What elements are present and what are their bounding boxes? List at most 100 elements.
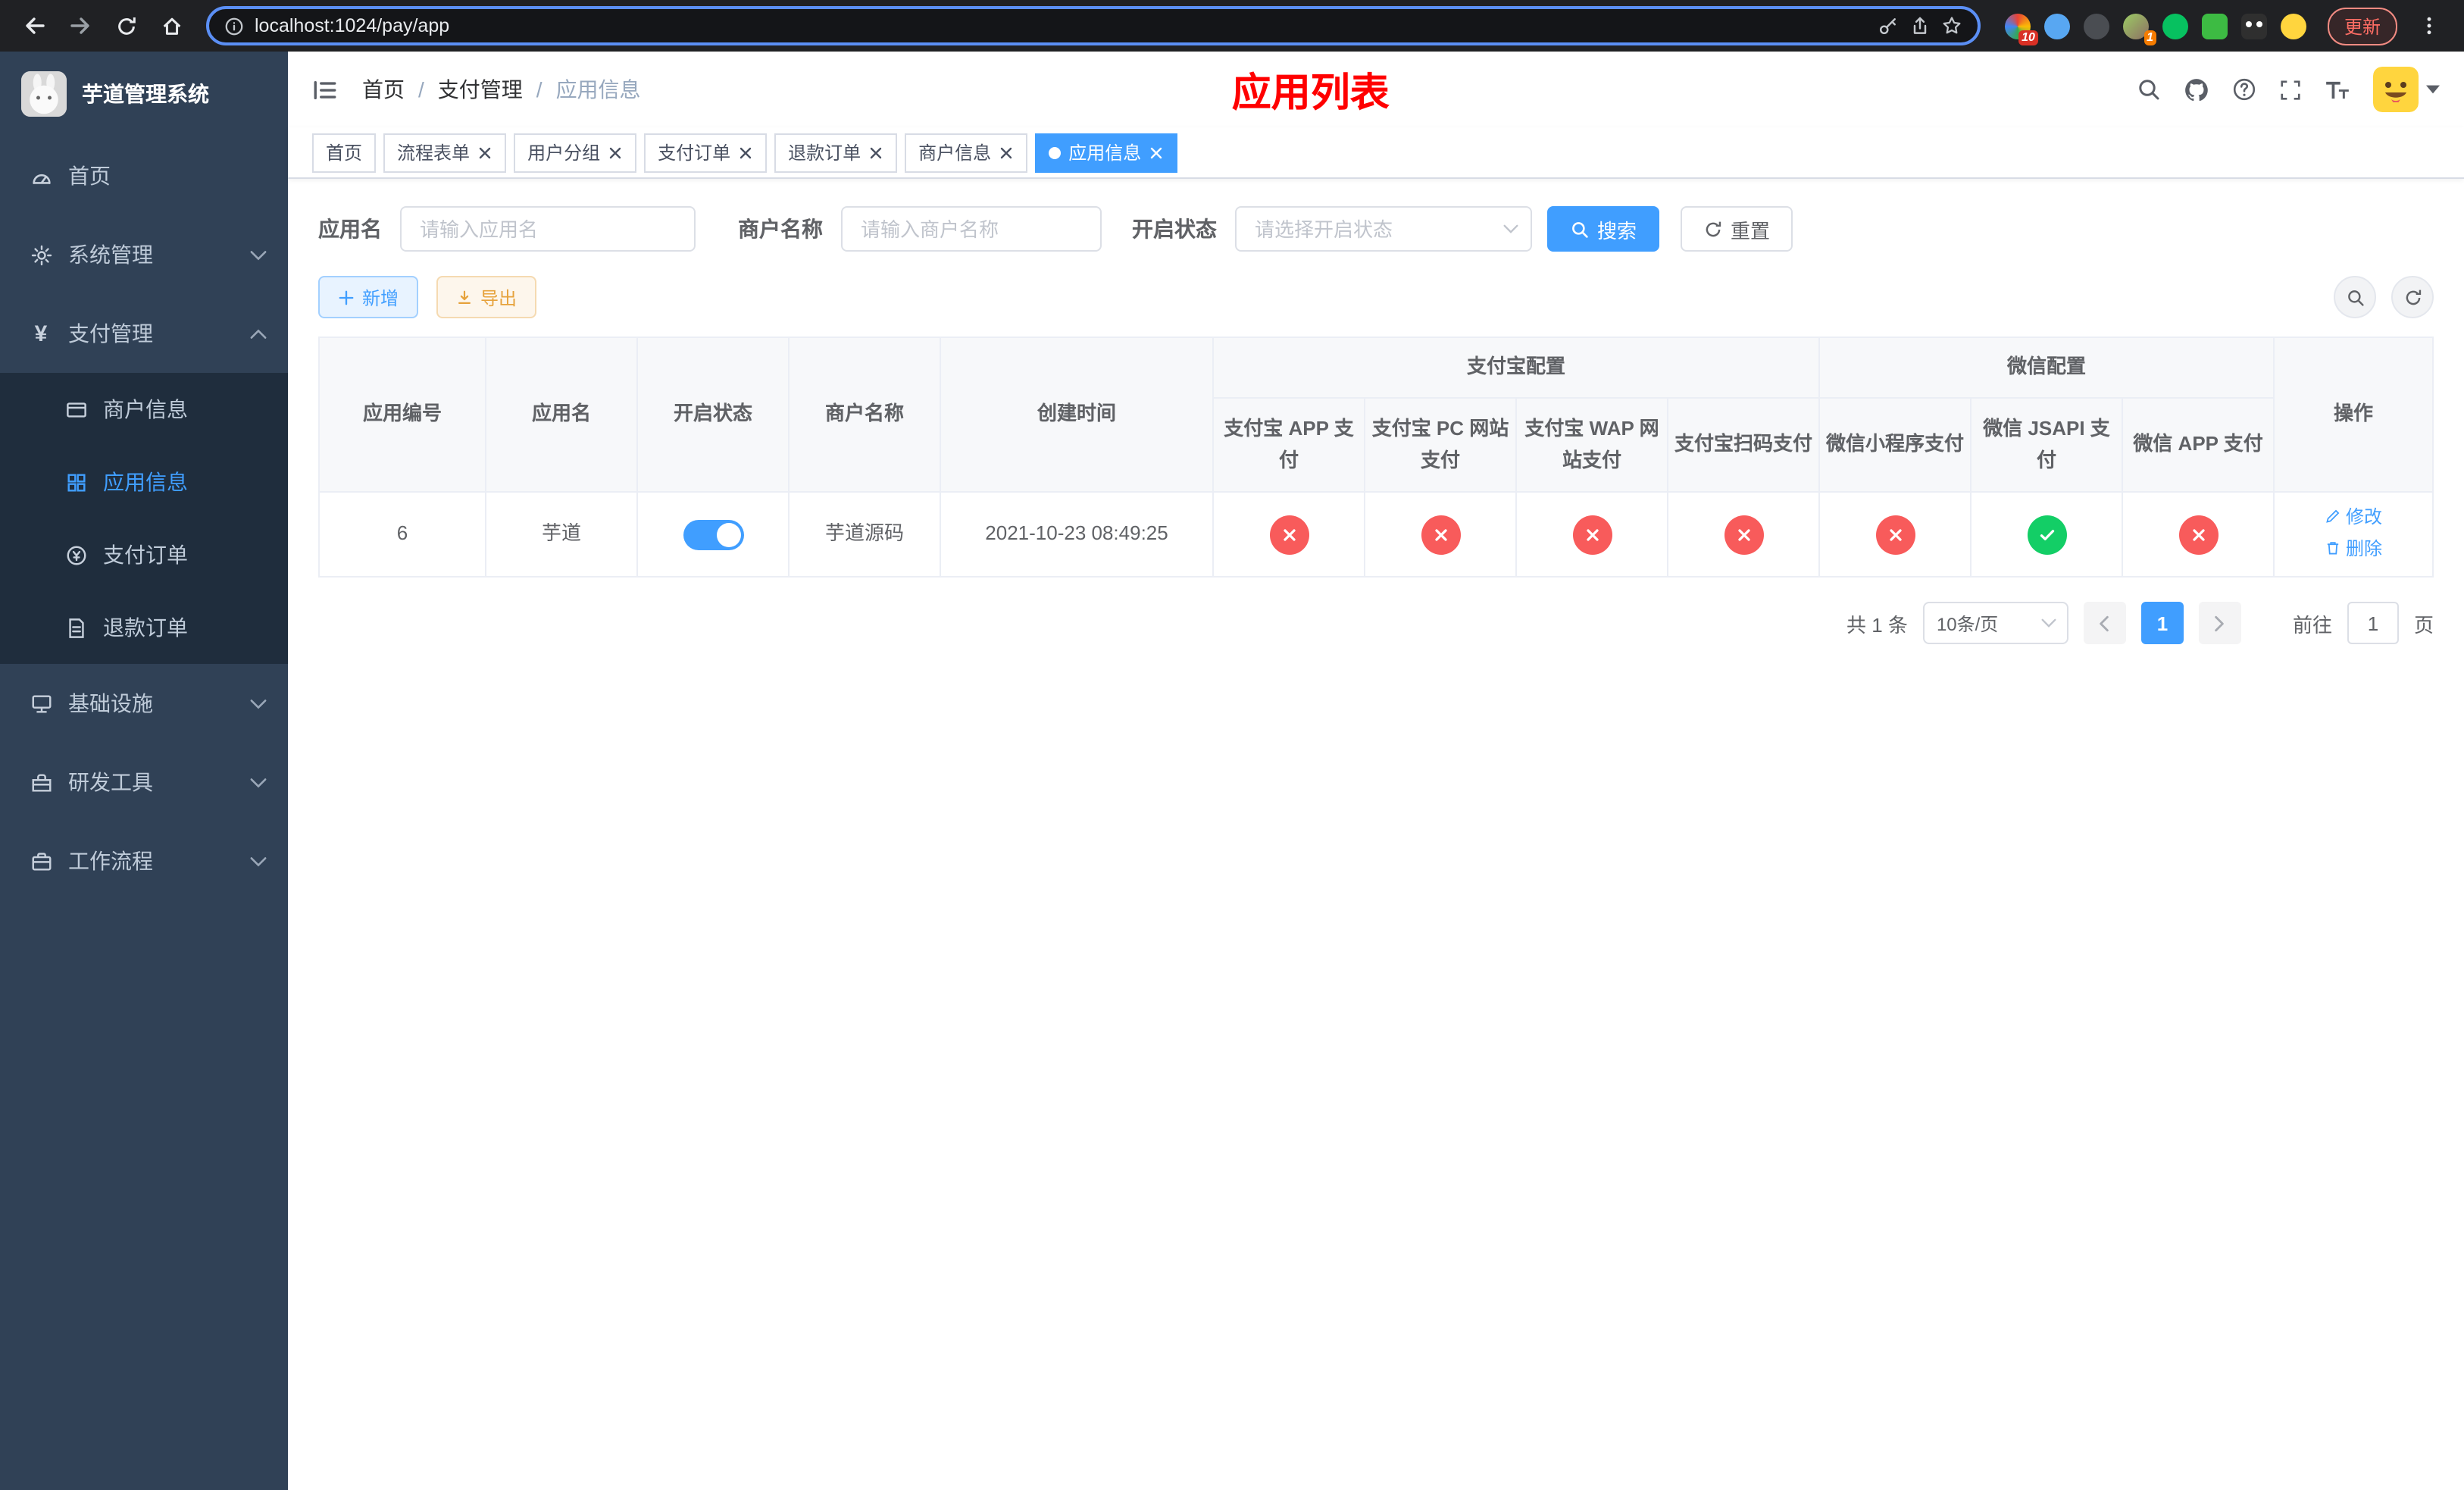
tab-pay-order[interactable]: 支付订单	[644, 133, 768, 172]
sidebar-item-infrastructure[interactable]: 基础设施	[0, 664, 288, 743]
chrome-update-button[interactable]: 更新	[2327, 7, 2397, 45]
close-icon[interactable]	[477, 145, 492, 160]
sidebar-item-label: 首页	[68, 164, 111, 188]
sidebar-item-merchant-info[interactable]: 商户信息	[0, 373, 288, 446]
delete-link[interactable]: 删除	[2325, 534, 2382, 562]
sidebar-item-label: 支付订单	[103, 543, 188, 567]
reload-icon[interactable]	[106, 6, 145, 45]
font-size-icon[interactable]	[2325, 80, 2350, 99]
breadcrumb-payment[interactable]: 支付管理	[438, 74, 523, 105]
refresh-table-button[interactable]	[2391, 276, 2434, 318]
edit-link[interactable]: 修改	[2325, 502, 2382, 531]
sidebar-item-devtools[interactable]: 研发工具	[0, 743, 288, 822]
bookmark-star-icon[interactable]	[1941, 15, 1962, 36]
avatar-extension-icon[interactable]: 1	[2122, 13, 2156, 45]
top-navbar: 首页 / 支付管理 / 应用信息 应用列表	[288, 52, 2464, 127]
github-icon[interactable]	[2184, 77, 2209, 102]
cell-actions: 修改 删除	[2273, 491, 2434, 578]
col-header-alipay-pc: 支付宝 PC 网站支付	[1364, 397, 1517, 493]
search-form: 应用名 商户名称 开启状态	[318, 206, 2434, 252]
close-icon[interactable]	[608, 145, 623, 160]
next-page-button[interactable]	[2198, 602, 2241, 644]
toggle-search-button[interactable]	[2334, 276, 2376, 318]
close-icon[interactable]	[999, 145, 1014, 160]
app-name-input[interactable]	[400, 206, 696, 252]
wechat-mini-status	[1875, 515, 1915, 554]
forward-icon[interactable]	[61, 6, 100, 45]
reset-button[interactable]: 重置	[1681, 206, 1793, 252]
chat-extension-icon[interactable]	[2201, 13, 2228, 39]
user-menu[interactable]	[2373, 67, 2440, 112]
goto-page-input[interactable]	[2347, 602, 2399, 644]
address-bar[interactable]: localhost:1024/pay/app	[206, 6, 1981, 45]
tab-home[interactable]: 首页	[312, 133, 377, 172]
active-tab-dot	[1049, 146, 1062, 158]
chevron-down-icon	[1503, 224, 1518, 233]
sidebar-collapse-icon[interactable]	[312, 78, 338, 101]
close-icon[interactable]	[1149, 145, 1164, 160]
col-header-app-name: 应用名	[485, 337, 638, 493]
tab-label: 流程表单	[397, 142, 471, 164]
page-size-select[interactable]	[1922, 602, 2068, 644]
sidebar-item-payment[interactable]: ¥ 支付管理	[0, 294, 288, 373]
home-icon[interactable]	[152, 6, 191, 45]
close-icon[interactable]	[738, 145, 753, 160]
tab-merchant-info[interactable]: 商户信息	[905, 133, 1028, 172]
merchant-name-input[interactable]	[841, 206, 1102, 252]
breadcrumb: 首页 / 支付管理 / 应用信息	[362, 74, 641, 105]
status-select-input[interactable]	[1235, 206, 1532, 252]
grid-extension-icon[interactable]: 10	[2004, 13, 2038, 45]
tab-app-info[interactable]: 应用信息	[1035, 133, 1178, 172]
help-icon[interactable]	[2232, 77, 2256, 102]
search-icon[interactable]	[2137, 77, 2161, 102]
sidebar-item-label: 基础设施	[68, 691, 153, 715]
prev-page-button[interactable]	[2083, 602, 2126, 644]
sidebar-item-workflow[interactable]: 工作流程	[0, 822, 288, 900]
page-number-1[interactable]: 1	[2140, 602, 2184, 644]
sidebar-item-app-info[interactable]: 应用信息	[0, 446, 288, 518]
tab-refund-order[interactable]: 退款订单	[774, 133, 898, 172]
cell-app-id: 6	[318, 491, 486, 578]
add-button[interactable]: 新增	[318, 276, 419, 318]
emoji-extension-icon[interactable]	[2280, 13, 2306, 39]
status-toggle[interactable]	[683, 519, 743, 550]
dark-extension-icon[interactable]	[2083, 13, 2109, 39]
export-button[interactable]: 导出	[436, 276, 537, 318]
sidebar-item-refund-order[interactable]: 退款订单	[0, 591, 288, 664]
screen: localhost:1024/pay/app 10 1 更新 芋道管理系统 首页…	[0, 0, 2464, 1490]
wechat-devtools-extension-icon[interactable]	[2162, 13, 2188, 39]
tab-label: 用户分组	[527, 142, 601, 164]
site-info-icon[interactable]	[224, 16, 244, 36]
table-row: 6 芋道 芋道源码 2021-10-23 08:49:25 修改 删除	[318, 491, 2434, 578]
user-avatar[interactable]	[2373, 67, 2419, 112]
search-button[interactable]: 搜索	[1547, 206, 1660, 252]
browser-menu-icon[interactable]	[2409, 6, 2449, 45]
page-unit-label: 页	[2413, 613, 2434, 636]
sidebar-item-home[interactable]: 首页	[0, 136, 288, 215]
sidebar: 芋道管理系统 首页 系统管理 ¥ 支付管理 商户信息 应用信息 支付订单 退款订…	[0, 52, 288, 1490]
tab-process-form[interactable]: 流程表单	[383, 133, 507, 172]
sidebar-item-label: 商户信息	[103, 397, 188, 421]
password-key-icon[interactable]	[1878, 15, 1899, 36]
sidebar-item-pay-order[interactable]: 支付订单	[0, 518, 288, 591]
col-header-actions: 操作	[2273, 337, 2434, 493]
fullscreen-icon[interactable]	[2279, 78, 2302, 101]
status-select[interactable]	[1235, 206, 1532, 252]
col-header-merchant: 商户名称	[788, 337, 941, 493]
breadcrumb-home[interactable]: 首页	[362, 74, 405, 105]
sidebar-item-system[interactable]: 系统管理	[0, 215, 288, 294]
tampermonkey-extension-icon[interactable]	[2240, 13, 2267, 39]
back-icon[interactable]	[15, 6, 55, 45]
blue-extension-icon[interactable]	[2043, 13, 2070, 39]
browser-toolbar: localhost:1024/pay/app 10 1 更新	[0, 0, 2464, 52]
tab-label: 支付订单	[658, 142, 731, 164]
add-button-label: 新增	[362, 287, 399, 308]
sidebar-item-label: 退款订单	[103, 615, 188, 640]
url-text[interactable]: localhost:1024/pay/app	[255, 15, 1867, 36]
close-icon[interactable]	[868, 145, 883, 160]
breadcrumb-separator: /	[536, 77, 543, 102]
share-icon[interactable]	[1909, 15, 1931, 36]
briefcase-icon	[29, 850, 53, 872]
chevron-down-icon	[250, 249, 267, 260]
tab-user-group[interactable]: 用户分组	[514, 133, 637, 172]
